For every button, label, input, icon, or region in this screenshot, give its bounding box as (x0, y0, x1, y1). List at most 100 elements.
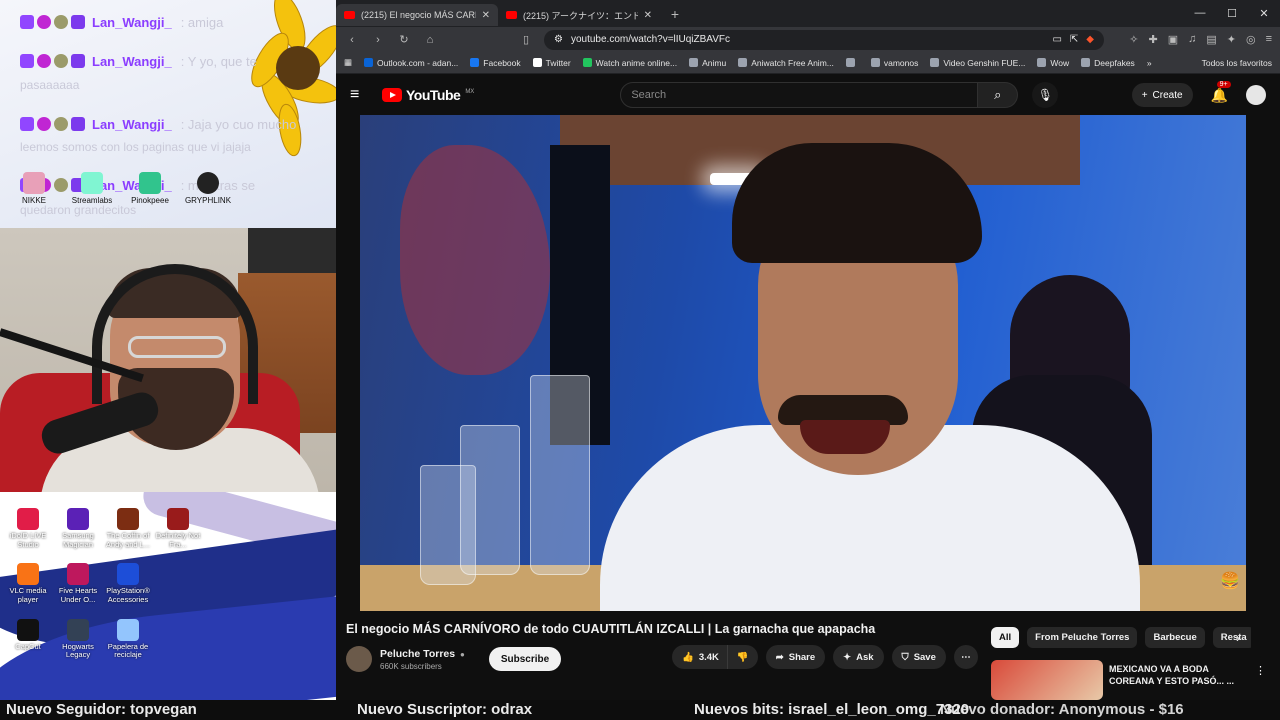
ticker-donation: Nuevo donador: Anonymous - $16 (940, 701, 1184, 718)
bookmark-icon[interactable]: ▯ (518, 33, 534, 46)
desktop-shortcut[interactable]: Hogwarts Legacy (54, 618, 102, 660)
notifications-button[interactable]: 🔔 9+ (1211, 80, 1231, 104)
search-input[interactable]: Search (620, 82, 979, 108)
music-icon[interactable]: ♫ (1188, 33, 1196, 46)
chip-filter[interactable]: From Peluche Torres (1027, 627, 1138, 648)
create-button[interactable]: + Create (1131, 83, 1193, 107)
apps-icon[interactable]: ▦ (344, 57, 352, 68)
nikke-icon (23, 172, 45, 194)
maximize-icon[interactable]: ☐ (1216, 7, 1248, 20)
chat-username: Lan_Wangji_ (92, 53, 172, 69)
back-icon[interactable]: ‹ (344, 34, 360, 46)
video-thumbnail[interactable] (991, 660, 1103, 700)
chip-filter[interactable]: Barbecue (1145, 627, 1205, 648)
bookmark-item[interactable]: Facebook (470, 58, 521, 68)
desktop-shortcut-streamlabs[interactable]: Streamlabs (68, 172, 116, 205)
chip-filter[interactable]: Resta (1212, 627, 1251, 648)
video-frame-bottle (530, 375, 590, 575)
save-button[interactable]: ⛉ Save (891, 645, 946, 669)
chevron-more-icon[interactable]: » (1147, 58, 1152, 68)
video-frame-glass (460, 425, 520, 575)
minimize-icon[interactable]: — (1184, 7, 1216, 20)
extension-icon[interactable]: ✧ (1129, 33, 1138, 46)
close-window-icon[interactable]: ✕ (1248, 7, 1280, 20)
menu-icon[interactable]: ≡ (1266, 33, 1272, 46)
bookmark-item[interactable]: Aniwatch Free Anim... (738, 58, 834, 68)
heart-badge-icon (37, 117, 51, 131)
puzzle-icon[interactable]: ✚ (1148, 33, 1157, 46)
voice-search-button[interactable]: 🎙 (1032, 82, 1059, 108)
address-bar[interactable]: ⚙ youtube.com/watch?v=lIUqiZBAVFc ▭ ⇱ ◆ (544, 29, 1104, 50)
share-page-icon[interactable]: ⇱ (1070, 34, 1078, 45)
desktop-shortcut[interactable]: iDolD LIVE Studio (4, 508, 52, 549)
share-button[interactable]: ➦ Share (765, 645, 826, 669)
site-info-icon[interactable]: ⚙ (554, 34, 563, 45)
sub-badge-icon (71, 15, 85, 29)
dislike-button[interactable]: 👎 (727, 645, 758, 669)
bookmark-item[interactable]: Watch anime online... (582, 58, 677, 68)
playstation-icon (117, 563, 139, 586)
desktop-shortcut[interactable]: Definitely Not Fra... (154, 508, 202, 549)
like-button[interactable]: 👍 3.4K (672, 645, 728, 669)
search-button[interactable]: ⌕ (978, 82, 1019, 108)
desktop-shortcut[interactable]: PlayStation® Accessories (104, 563, 152, 604)
url-text: youtube.com/watch?v=lIUqiZBAVFc (570, 34, 731, 45)
shortcut-label: NIKKE (21, 196, 46, 205)
desktop-shortcut[interactable]: Samsung Magician (54, 508, 102, 549)
more-vert-icon[interactable]: ⋮ (1255, 660, 1266, 700)
all-bookmarks-folder[interactable]: Todos los favoritos (1202, 58, 1272, 68)
thumbs-up-icon: 👍 (682, 651, 694, 663)
tab-youtube[interactable]: (2215) アークナイツ：エンドフィールド - Yo ✕ (498, 4, 660, 26)
bookmark-favicon-icon (689, 58, 699, 67)
desktop-shortcut[interactable]: The Coffin of Andy and L... (104, 508, 152, 549)
desktop-shortcut-nikke[interactable]: NIKKE (10, 172, 58, 205)
bookmark-item[interactable]: Deepfakes (1081, 58, 1135, 68)
bookmark-item[interactable]: Video Genshin FUE... (930, 58, 1025, 68)
home-icon[interactable]: ⌂ (422, 34, 438, 46)
wallet-icon[interactable]: ▤ (1206, 33, 1216, 46)
channel-name-row[interactable]: Peluche Torres ● (380, 648, 465, 660)
chip-filter[interactable]: All (991, 627, 1020, 648)
shortcut-label: The Coffin of Andy and L... (105, 531, 151, 549)
bookmark-label: Outlook.com - adan... (377, 57, 459, 68)
bookmark-item[interactable]: Twitter (532, 58, 571, 68)
brave-shield-icon[interactable]: ◆ (1086, 34, 1094, 45)
close-icon[interactable]: ✕ (482, 10, 490, 21)
desktop-shortcut-pinokpeee[interactable]: Pinokpeee (126, 172, 174, 205)
vpn-icon[interactable]: ◎ (1246, 33, 1256, 46)
chevron-right-icon[interactable]: › (1236, 631, 1240, 645)
leo-icon[interactable]: ✦ (1227, 33, 1236, 46)
tab-youtube-active[interactable]: (2215) El negocio MÁS CARNÍVORO ✕ (336, 4, 498, 26)
bookmark-item[interactable]: Outlook.com - adan... (364, 58, 458, 68)
forward-icon[interactable]: › (370, 34, 386, 46)
new-tab-icon[interactable]: + (666, 6, 684, 22)
cast-icon[interactable]: ▭ (1052, 34, 1061, 45)
subscribe-button[interactable]: Subscribe (488, 647, 562, 671)
recommended-video-title[interactable]: MEXICANO VA A BODA COREANA Y ESTO PASÓ..… (1109, 660, 1249, 700)
close-icon[interactable]: ✕ (644, 10, 652, 21)
shortcut-label: Papelera de reciclaje (107, 641, 149, 660)
reload-icon[interactable]: ↻ (396, 33, 412, 46)
sidebar-icon[interactable]: ▣ (1168, 33, 1178, 46)
youtube-logo[interactable]: YouTube MX (382, 87, 474, 103)
desktop-shortcut-gryphlink[interactable]: GRYPHLINK (184, 172, 232, 205)
desktop-shortcut[interactable]: Five Hearts Under O... (54, 563, 102, 604)
chat-continuation: leemos somos con los paginas que vi jaja… (20, 140, 251, 154)
bookmark-save-icon: ⛉ (901, 651, 909, 663)
desktop-shortcut[interactable]: CapCut (4, 618, 52, 660)
ask-button[interactable]: ✦ Ask (833, 645, 884, 669)
bookmark-item[interactable]: vamonos (870, 58, 918, 68)
desktop-shortcut[interactable]: Papelera de reciclaje (104, 618, 152, 660)
bookmark-item[interactable] (845, 58, 859, 67)
bookmark-item[interactable]: Wow (1037, 58, 1069, 68)
video-player[interactable]: 🍔 (360, 115, 1246, 611)
shortcut-label: Pinokpeee (131, 196, 169, 205)
more-actions-button[interactable]: ⋯ (953, 645, 978, 669)
browser-toolbar: ‹ › ↻ ⌂ ▯ ⚙ youtube.com/watch?v=lIUqiZBA… (336, 27, 1280, 52)
bookmark-item[interactable]: Animu (689, 58, 726, 68)
channel-avatar[interactable] (346, 646, 372, 672)
hamburger-menu-icon[interactable]: ≡ (350, 86, 372, 104)
recommended-video[interactable]: MEXICANO VA A BODA COREANA Y ESTO PASÓ..… (991, 660, 1271, 700)
desktop-shortcut[interactable]: VLC media player (4, 563, 52, 604)
avatar[interactable] (1246, 85, 1266, 105)
